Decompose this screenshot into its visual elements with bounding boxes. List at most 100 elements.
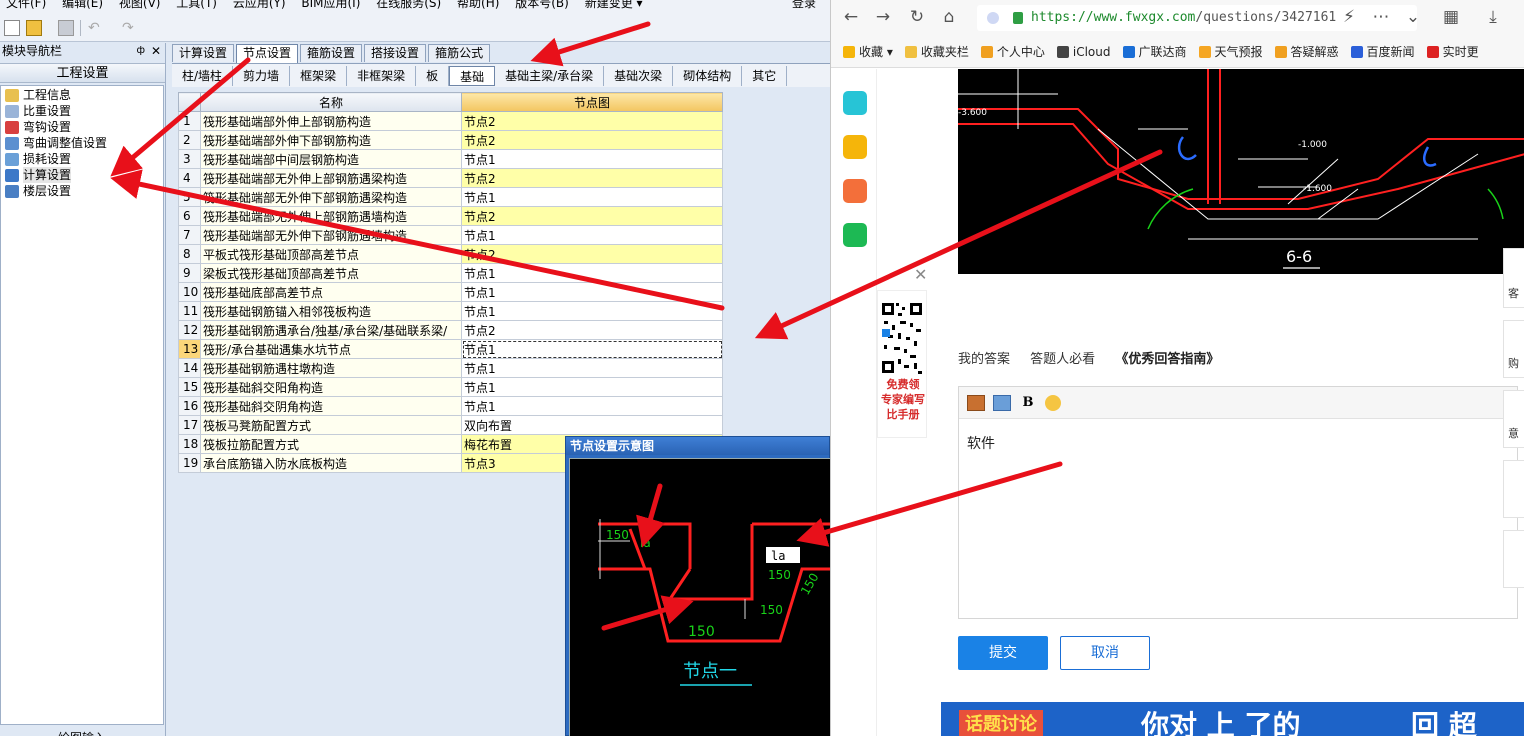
- tab-node-settings[interactable]: 节点设置: [236, 44, 299, 63]
- submit-button[interactable]: 提交: [958, 636, 1048, 670]
- tab-calc-settings[interactable]: 计算设置: [172, 44, 235, 62]
- row-node-cell[interactable]: 双向布置: [461, 415, 723, 435]
- row-node-cell[interactable]: 节点1: [461, 282, 723, 302]
- table-row[interactable]: 7 筏形基础端部无外伸下部钢筋遇墙构造 节点1: [178, 225, 723, 245]
- table-row[interactable]: 2 筏形基础端部外伸下部钢筋构造 节点2: [178, 130, 723, 150]
- row-node-cell[interactable]: 节点1: [461, 263, 723, 283]
- float-service[interactable]: 客: [1503, 248, 1524, 308]
- table-row[interactable]: 3 筏形基础端部中间层钢筋构造 节点1: [178, 149, 723, 169]
- back-icon[interactable]: ←: [841, 7, 861, 27]
- login-link[interactable]: 登录: [786, 0, 822, 12]
- bookmark-weather[interactable]: 天气预报: [1198, 43, 1263, 60]
- float-blank-1[interactable]: [1503, 460, 1524, 518]
- tab-slab[interactable]: 板: [416, 65, 450, 86]
- more-icon[interactable]: ⋯: [1371, 7, 1391, 27]
- cancel-button[interactable]: 取消: [1060, 636, 1150, 670]
- bookmark-personal[interactable]: 个人中心: [980, 43, 1045, 60]
- tab-column-wall[interactable]: 柱/墙柱: [172, 65, 234, 86]
- table-row[interactable]: 1 筏形基础端部外伸上部钢筋构造 节点2: [178, 111, 723, 131]
- row-node-cell[interactable]: 节点1: [461, 377, 723, 397]
- bookmark-qa[interactable]: 答疑解惑: [1274, 43, 1339, 60]
- row-node-cell[interactable]: 节点2: [461, 320, 723, 340]
- tab-foundation-secondary-beam[interactable]: 基础次梁: [604, 65, 674, 86]
- float-blank-2[interactable]: [1503, 530, 1524, 588]
- nav-item-bend-adjust[interactable]: 弯曲调整值设置: [1, 135, 163, 151]
- bookmark-icloud[interactable]: iCloud: [1056, 45, 1111, 59]
- bookmark-folder[interactable]: 收藏夹栏: [904, 43, 969, 60]
- pin-icon[interactable]: ф: [136, 43, 145, 59]
- tab-nonframe-beam[interactable]: 非框架梁: [347, 65, 417, 86]
- nav-item-project-info[interactable]: 工程信息: [1, 87, 163, 103]
- my-answer-tab[interactable]: 我的答案: [958, 352, 1010, 367]
- row-node-cell[interactable]: 节点1: [461, 358, 723, 378]
- row-node-cell[interactable]: 节点2: [461, 206, 723, 226]
- menu-tools[interactable]: 工具(T): [170, 0, 223, 12]
- table-row[interactable]: 5 筏形基础端部无外伸下部钢筋遇梁构造 节点1: [178, 187, 723, 207]
- row-node-cell[interactable]: 节点2: [461, 244, 723, 264]
- nav-item-calc[interactable]: 计算设置: [1, 167, 163, 183]
- table-row[interactable]: 12 筏形基础钢筋遇承台/独基/承台梁/基础联系梁/节点2: [178, 320, 723, 340]
- nav-item-floor[interactable]: 楼层设置: [1, 183, 163, 199]
- table-row[interactable]: 6 筏形基础端部无外伸上部钢筋遇墙构造 节点2: [178, 206, 723, 226]
- home-icon[interactable]: ⌂: [939, 7, 959, 27]
- row-node-cell[interactable]: 节点1: [461, 225, 723, 245]
- table-row[interactable]: 9 梁板式筏形基础顶部高差节点 节点1: [178, 263, 723, 283]
- insert-image-icon[interactable]: [967, 394, 985, 411]
- download-icon[interactable]: ⤓: [1483, 7, 1503, 27]
- new-file-icon[interactable]: [4, 20, 20, 36]
- table-row[interactable]: 16 筏形基础斜交阴角构造 节点1: [178, 396, 723, 416]
- tab-stirrup-formula[interactable]: 箍筋公式: [428, 44, 491, 62]
- row-node-cell[interactable]: 节点2: [461, 130, 723, 150]
- editor-content[interactable]: 软件: [959, 419, 1517, 467]
- favorite-star-icon[interactable]: [843, 135, 867, 159]
- row-node-cell[interactable]: 节点1: [461, 396, 723, 416]
- draw-input-tab[interactable]: 绘图输入: [0, 727, 164, 736]
- bold-icon[interactable]: B: [1019, 395, 1037, 411]
- plus-app-icon[interactable]: [843, 91, 867, 115]
- open-folder-icon[interactable]: [26, 20, 42, 36]
- row-node-cell[interactable]: 节点1: [461, 301, 723, 321]
- answer-guide-link[interactable]: 《优秀回答指南》: [1115, 352, 1219, 367]
- menu-cloud[interactable]: 云应用(Y): [227, 0, 292, 12]
- row-node-cell[interactable]: 节点1: [461, 149, 723, 169]
- bookmark-glodon-shop[interactable]: 广联达商: [1122, 43, 1187, 60]
- close-icon[interactable]: ✕: [151, 43, 161, 59]
- tab-shear-wall[interactable]: 剪力墙: [233, 65, 291, 86]
- table-row[interactable]: 17 筏板马凳筋配置方式 双向布置: [178, 415, 723, 435]
- tab-stirrup-settings[interactable]: 箍筋设置: [300, 44, 363, 62]
- table-row[interactable]: 8 平板式筏形基础顶部高差节点 节点2: [178, 244, 723, 264]
- chevron-down-icon[interactable]: ⌄: [1403, 7, 1423, 27]
- nav-item-loss[interactable]: 损耗设置: [1, 151, 163, 167]
- nav-item-density[interactable]: 比重设置: [1, 103, 163, 119]
- weibo-icon[interactable]: [843, 179, 867, 203]
- apps-grid-icon[interactable]: ▦: [1441, 7, 1461, 27]
- menu-view[interactable]: 视图(V): [113, 0, 167, 12]
- redo-icon[interactable]: ↷: [122, 20, 138, 36]
- bookmark-realtime[interactable]: 实时更: [1426, 43, 1479, 60]
- node-diagram-dialog[interactable]: 节点设置示意图 150 la 150 150 150 150 la 节点一: [565, 436, 830, 736]
- table-row[interactable]: 4 筏形基础端部无外伸上部钢筋遇梁构造 节点2: [178, 168, 723, 188]
- reload-icon[interactable]: ↻: [907, 7, 927, 27]
- navigator-title[interactable]: 工程设置: [0, 63, 165, 83]
- insert-gallery-icon[interactable]: [993, 394, 1011, 411]
- row-node-cell[interactable]: 节点2: [461, 111, 723, 131]
- bottom-banner[interactable]: 话题讨论 你对 上 了的 回 超: [941, 702, 1524, 736]
- bookmark-baidu-news[interactable]: 百度新闻: [1350, 43, 1415, 60]
- tab-other[interactable]: 其它: [742, 65, 788, 86]
- tab-foundation-main-beam[interactable]: 基础主梁/承台梁: [495, 65, 605, 86]
- menu-new-change[interactable]: 新建变更 ▾: [579, 0, 649, 12]
- must-read-link[interactable]: 答题人必看: [1030, 352, 1095, 367]
- table-row[interactable]: 11 筏形基础钢筋锚入相邻筏板构造 节点1: [178, 301, 723, 321]
- menu-bim[interactable]: BIM应用(I): [295, 0, 366, 12]
- menu-online[interactable]: 在线服务(S): [370, 0, 447, 12]
- emoji-icon[interactable]: [1045, 394, 1061, 411]
- table-row[interactable]: 14 筏形基础钢筋遇柱墩构造 节点1: [178, 358, 723, 378]
- row-node-cell[interactable]: 节点1: [461, 339, 723, 359]
- menu-version[interactable]: 版本号(B): [509, 0, 575, 12]
- table-row[interactable]: 15 筏形基础斜交阳角构造 节点1: [178, 377, 723, 397]
- tab-foundation[interactable]: 基础: [449, 65, 496, 86]
- save-icon[interactable]: [58, 20, 74, 36]
- table-row[interactable]: 13 筏形/承台基础遇集水坑节点 节点1: [178, 339, 723, 359]
- lightning-icon[interactable]: ⚡: [1339, 7, 1359, 27]
- menu-file[interactable]: 文件(F): [0, 0, 52, 12]
